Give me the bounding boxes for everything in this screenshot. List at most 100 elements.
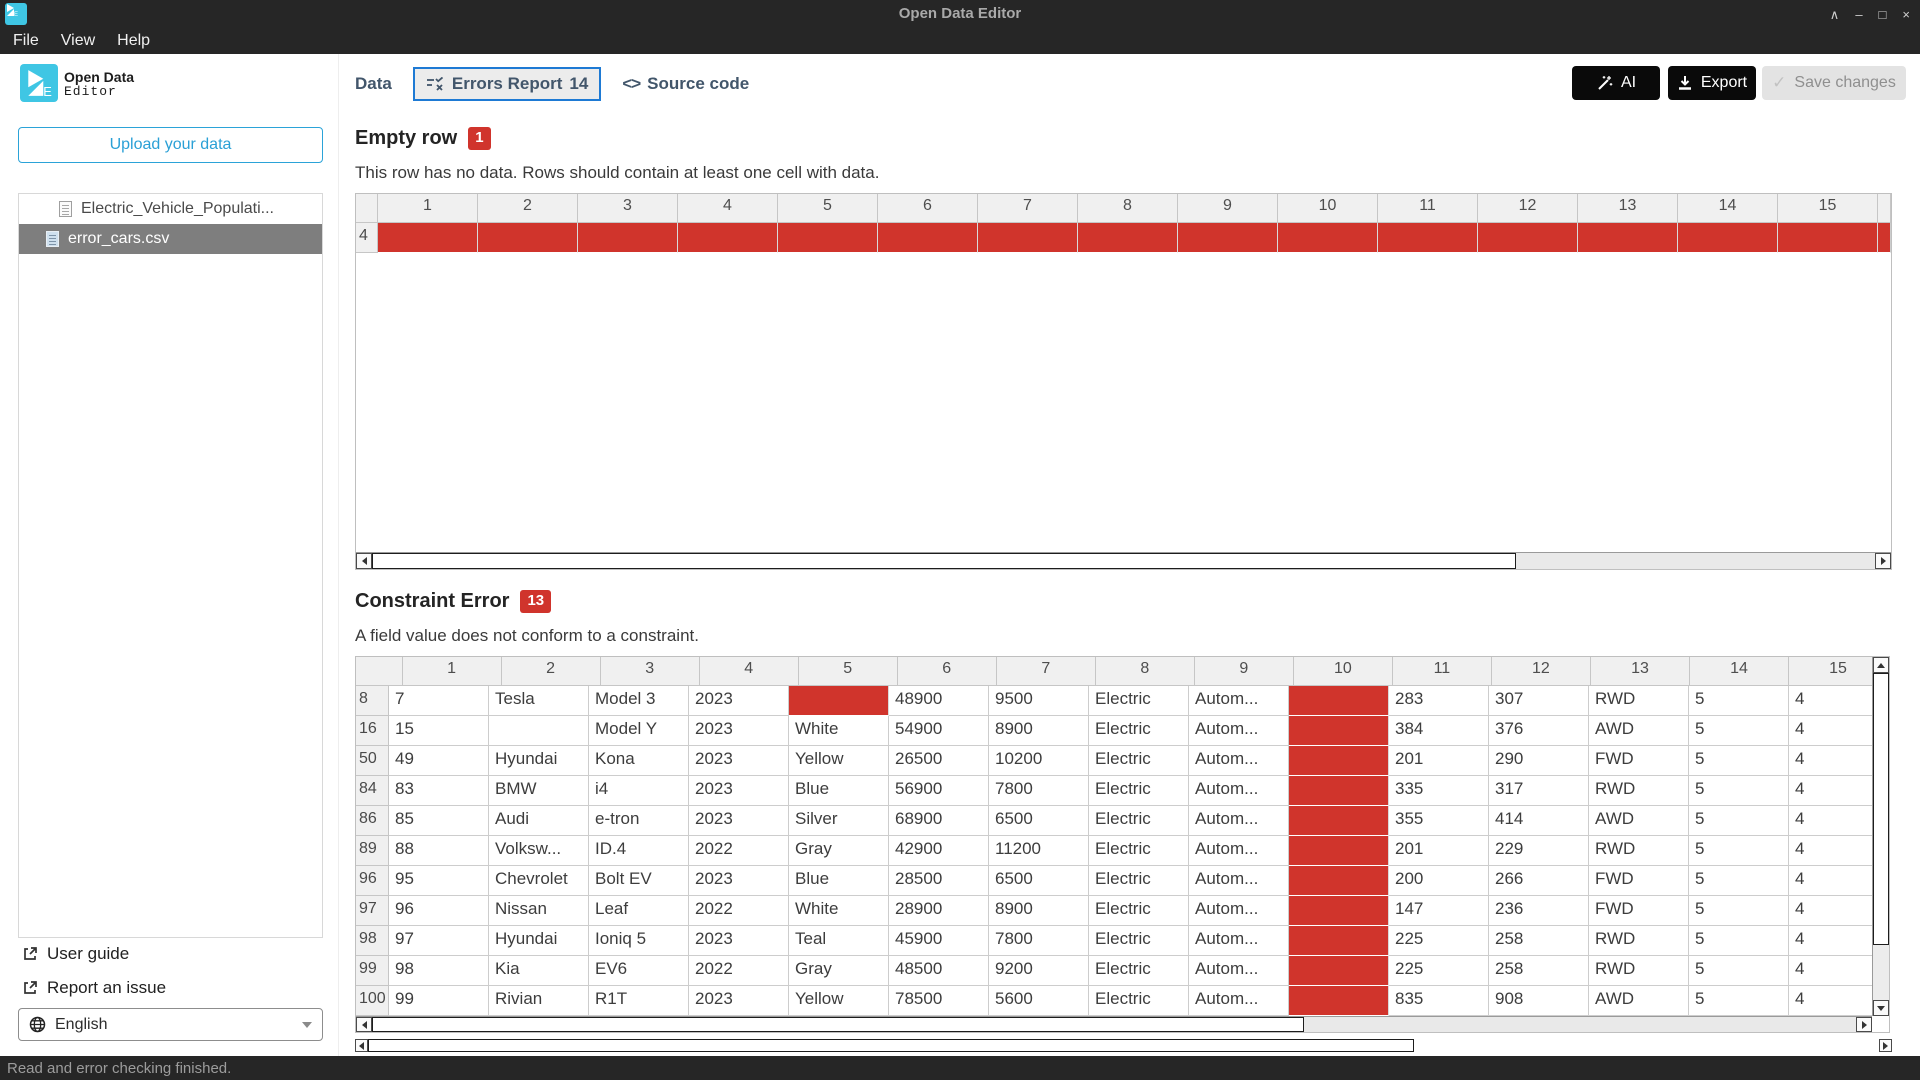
table-cell[interactable]: 384 <box>1389 716 1489 746</box>
row-header[interactable]: 96 <box>356 866 389 896</box>
table-cell[interactable]: Kona <box>589 746 689 776</box>
table-cell[interactable]: 5 <box>1689 776 1789 806</box>
table-cell[interactable]: 15 <box>389 716 489 746</box>
scroll-left-button[interactable] <box>356 553 372 569</box>
table-cell[interactable] <box>489 716 589 746</box>
table-cell[interactable]: 229 <box>1489 836 1589 866</box>
column-header[interactable]: 10 <box>1278 194 1378 223</box>
table-cell[interactable]: Rivian <box>489 986 589 1016</box>
scroll-right-button[interactable] <box>1879 1039 1892 1052</box>
scrollbar-track[interactable] <box>1516 553 1875 569</box>
table-cell[interactable]: Chevrolet <box>489 866 589 896</box>
table-cell[interactable]: Autom... <box>1189 956 1289 986</box>
column-header[interactable]: 5 <box>799 657 898 686</box>
table-cell[interactable]: Electric <box>1089 776 1189 806</box>
column-header[interactable]: 13 <box>1578 194 1678 223</box>
table-cell[interactable]: Gray <box>789 956 889 986</box>
table-cell[interactable]: Autom... <box>1189 716 1289 746</box>
row-header[interactable]: 84 <box>356 776 389 806</box>
error-cell[interactable] <box>1578 223 1678 253</box>
tab-source-code[interactable]: <> Source code <box>622 74 749 94</box>
table-cell[interactable]: 2023 <box>689 776 789 806</box>
table-cell[interactable]: 8900 <box>989 896 1089 926</box>
row-header[interactable]: 100 <box>356 986 389 1016</box>
table-cell[interactable]: Model 3 <box>589 686 689 716</box>
column-header[interactable]: 9 <box>1195 657 1294 686</box>
close-icon[interactable]: × <box>1902 8 1910 21</box>
error-cell[interactable] <box>1478 223 1578 253</box>
table-cell[interactable]: FWD <box>1589 896 1689 926</box>
table-cell[interactable]: 835 <box>1389 986 1489 1016</box>
scroll-left-button[interactable] <box>356 1017 372 1032</box>
column-header[interactable]: 14 <box>1690 657 1789 686</box>
table-cell[interactable]: 48500 <box>889 956 989 986</box>
file-item[interactable]: Electric_Vehicle_Populati... <box>19 194 322 224</box>
table-cell[interactable]: 45900 <box>889 926 989 956</box>
scrollbar-thumb[interactable] <box>368 1039 1414 1052</box>
row-header[interactable]: 50 <box>356 746 389 776</box>
table-cell[interactable]: Electric <box>1089 866 1189 896</box>
column-header[interactable]: 8 <box>1096 657 1195 686</box>
report-issue-link[interactable]: Report an issue <box>22 978 166 998</box>
table-cell[interactable]: 376 <box>1489 716 1589 746</box>
table-cell[interactable]: i4 <box>589 776 689 806</box>
table-cell[interactable]: Electric <box>1089 806 1189 836</box>
table-cell[interactable]: Teal <box>789 926 889 956</box>
table-cell[interactable]: 2022 <box>689 896 789 926</box>
scroll-right-button[interactable] <box>1856 1017 1872 1032</box>
table-cell[interactable]: 5 <box>1689 836 1789 866</box>
table-cell[interactable]: 5 <box>1689 956 1789 986</box>
table-cell[interactable]: 335 <box>1389 776 1489 806</box>
error-cell[interactable] <box>1778 223 1878 253</box>
column-header[interactable]: 3 <box>601 657 700 686</box>
table-cell[interactable]: 225 <box>1389 956 1489 986</box>
save-changes-button[interactable]: ✓ Save changes <box>1762 66 1906 100</box>
column-header[interactable]: 11 <box>1393 657 1492 686</box>
table-cell[interactable]: 908 <box>1489 986 1589 1016</box>
menu-help[interactable]: Help <box>106 32 161 50</box>
error-cell[interactable] <box>1289 776 1389 806</box>
table-cell[interactable]: 54900 <box>889 716 989 746</box>
column-header[interactable]: 6 <box>878 194 978 223</box>
table-cell[interactable]: 7800 <box>989 776 1089 806</box>
error-cell[interactable] <box>1289 806 1389 836</box>
row-header[interactable]: 97 <box>356 896 389 926</box>
table-cell[interactable]: 48900 <box>889 686 989 716</box>
error-cell[interactable] <box>1289 956 1389 986</box>
error-cell[interactable] <box>789 686 889 716</box>
table-cell[interactable]: Bolt EV <box>589 866 689 896</box>
row-header[interactable]: 99 <box>356 956 389 986</box>
table-cell[interactable]: FWD <box>1589 866 1689 896</box>
row-header[interactable]: 4 <box>356 223 378 253</box>
table-cell[interactable]: 201 <box>1389 746 1489 776</box>
table-cell[interactable]: Autom... <box>1189 806 1289 836</box>
error-cell[interactable] <box>478 223 578 253</box>
table-cell[interactable]: Autom... <box>1189 836 1289 866</box>
error-cell[interactable] <box>1378 223 1478 253</box>
scrollbar-thumb[interactable] <box>372 553 1516 569</box>
table-cell[interactable]: 201 <box>1389 836 1489 866</box>
table-cell[interactable]: Autom... <box>1189 896 1289 926</box>
table-cell[interactable]: Yellow <box>789 746 889 776</box>
table-cell[interactable]: Volksw... <box>489 836 589 866</box>
table-cell[interactable]: Hyundai <box>489 746 589 776</box>
error-cell[interactable] <box>1289 986 1389 1016</box>
table-cell[interactable]: 2023 <box>689 716 789 746</box>
scroll-down-button[interactable] <box>1873 1000 1889 1016</box>
table-cell[interactable]: 98 <box>389 956 489 986</box>
table-cell[interactable]: 283 <box>1389 686 1489 716</box>
row-header[interactable]: 86 <box>356 806 389 836</box>
table-cell[interactable]: AWD <box>1589 716 1689 746</box>
maximize-icon[interactable]: □ <box>1879 8 1887 21</box>
column-header[interactable]: 1 <box>378 194 478 223</box>
column-header[interactable]: 12 <box>1478 194 1578 223</box>
table-cell[interactable]: ID.4 <box>589 836 689 866</box>
table-cell[interactable]: 8900 <box>989 716 1089 746</box>
column-header[interactable]: 8 <box>1078 194 1178 223</box>
table-cell[interactable]: 317 <box>1489 776 1589 806</box>
table-cell[interactable]: White <box>789 896 889 926</box>
table-cell[interactable]: 7 <box>389 686 489 716</box>
table-cell[interactable]: Ioniq 5 <box>589 926 689 956</box>
scroll-left-button[interactable] <box>355 1039 368 1052</box>
table-cell[interactable]: Autom... <box>1189 686 1289 716</box>
